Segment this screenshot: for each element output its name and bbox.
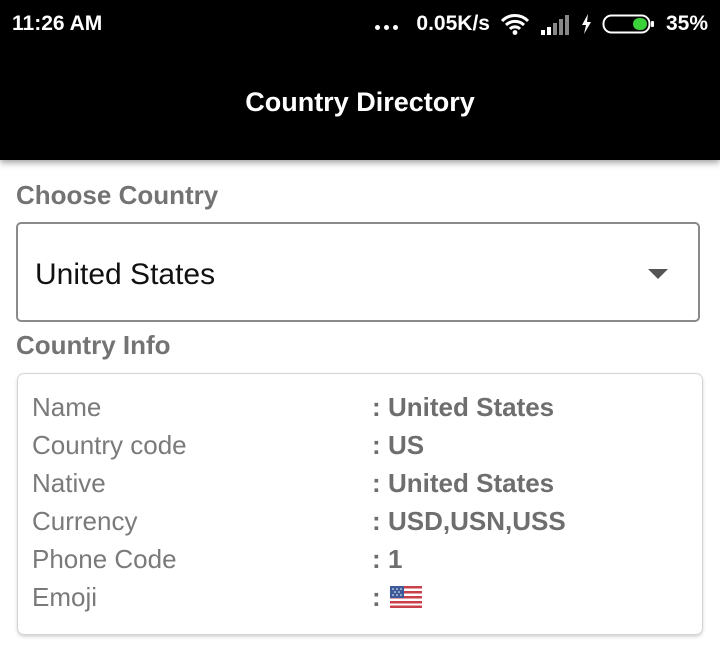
info-row-name: Name : United States xyxy=(32,392,692,430)
us-flag-icon xyxy=(390,586,422,613)
info-key: Phone Code xyxy=(32,544,177,574)
info-separator: : xyxy=(372,506,381,536)
info-row-currency: Currency : USD,USN,USS xyxy=(32,506,692,544)
more-dots-icon xyxy=(375,24,399,30)
network-speed: 0.05K/s xyxy=(416,12,490,35)
status-bar: 11:26 AM 0.05K/s 35% xyxy=(0,0,720,50)
info-separator: : xyxy=(372,544,381,574)
info-key: Emoji xyxy=(32,582,98,612)
wifi-icon xyxy=(500,13,530,35)
info-row-native: Native : United States xyxy=(32,468,692,506)
info-separator: : xyxy=(372,430,381,460)
info-separator: : xyxy=(372,582,381,612)
info-value: 1 xyxy=(388,544,403,574)
caret-down-icon xyxy=(648,269,668,279)
info-key: Currency xyxy=(32,506,138,536)
charging-icon xyxy=(580,13,592,35)
app-bar: Country Directory xyxy=(0,50,720,160)
info-key: Native xyxy=(32,468,106,498)
choose-country-label: Choose Country xyxy=(16,180,219,210)
info-key: Country code xyxy=(32,430,187,460)
info-row-country-code: Country code : US xyxy=(32,430,692,468)
info-value: United States xyxy=(388,392,555,422)
info-separator: : xyxy=(372,468,381,498)
country-info-label: Country Info xyxy=(16,330,171,360)
battery-icon xyxy=(602,13,656,35)
info-value: United States xyxy=(388,468,555,498)
status-time: 11:26 AM xyxy=(12,12,103,35)
info-row-phone-code: Phone Code : 1 xyxy=(32,544,692,582)
info-key: Name xyxy=(32,392,102,422)
country-info-card: Name : United States Country code : US N… xyxy=(18,374,702,634)
info-value: US xyxy=(388,430,425,460)
info-separator: : xyxy=(372,392,381,422)
country-dropdown[interactable]: United States xyxy=(16,222,700,322)
info-value: USD,USN,USS xyxy=(388,506,566,536)
status-icons: 0.05K/s 35% xyxy=(375,12,708,36)
signal-icon xyxy=(540,13,570,35)
battery-percent: 35% xyxy=(665,12,708,35)
country-dropdown-value: United States xyxy=(35,258,216,291)
page-title: Country Directory xyxy=(245,86,475,117)
info-row-emoji: Emoji : xyxy=(32,582,692,620)
